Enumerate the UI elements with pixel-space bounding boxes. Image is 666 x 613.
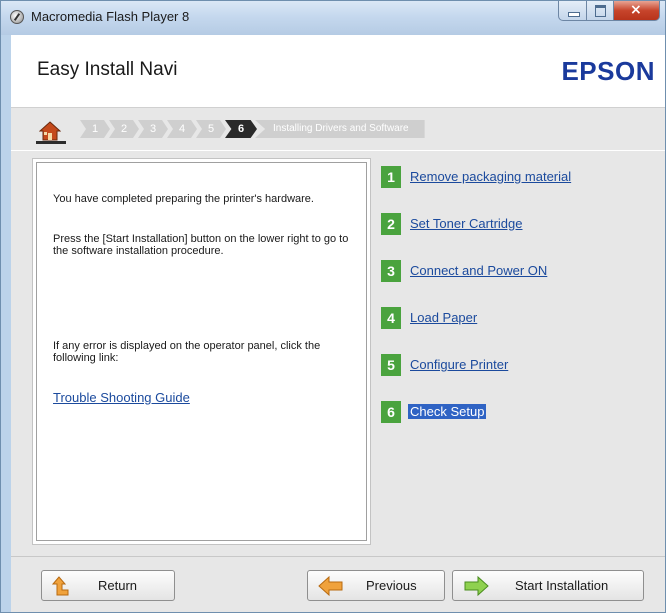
- start-installation-button[interactable]: Start Installation: [452, 570, 644, 601]
- return-button[interactable]: Return: [41, 570, 175, 601]
- remove-packaging-link[interactable]: Remove packaging material: [410, 169, 571, 184]
- right-arrow-icon: [464, 575, 489, 597]
- title-bar[interactable]: Macromedia Flash Player 8 ×: [1, 1, 665, 35]
- start-installation-label: Start Installation: [515, 578, 609, 593]
- step-number-badge: 2: [381, 213, 401, 235]
- epson-logo: EPSON: [561, 56, 655, 86]
- return-arrow-icon: [52, 576, 69, 596]
- close-icon: ×: [630, 2, 642, 18]
- return-label: Return: [98, 578, 138, 593]
- step-3: 3: [138, 120, 168, 138]
- home-indicator: [36, 141, 66, 144]
- minimize-icon: [568, 12, 580, 17]
- app-title: Easy Install Navi: [37, 59, 178, 80]
- step-2: 2: [109, 120, 139, 138]
- trouble-shooting-link[interactable]: Trouble Shooting Guide: [53, 390, 190, 405]
- flash-player-icon: [10, 10, 24, 24]
- step-5: 5: [196, 120, 226, 138]
- step-number-badge: 1: [381, 166, 401, 188]
- connect-power-link[interactable]: Connect and Power ON: [410, 263, 547, 278]
- check-setup-link[interactable]: Check Setup: [408, 404, 487, 419]
- error-instruction-text: If any error is displayed on the operato…: [53, 340, 321, 364]
- left-arrow-icon: [318, 575, 343, 597]
- content-area: You have completed preparing the printer…: [11, 151, 665, 556]
- previous-button[interactable]: Previous: [307, 570, 445, 601]
- maximize-icon: [595, 5, 606, 17]
- home-icon[interactable]: [39, 121, 61, 141]
- app-window: Macromedia Flash Player 8 × Easy Install…: [0, 0, 666, 613]
- maximize-button[interactable]: [587, 1, 614, 21]
- set-toner-link[interactable]: Set Toner Cartridge: [410, 216, 523, 231]
- step-number-badge: 6: [381, 401, 401, 423]
- completion-text: You have completed preparing the printer…: [53, 193, 314, 205]
- minimize-button[interactable]: [558, 1, 587, 21]
- header: Easy Install Navi EPSON: [11, 35, 665, 108]
- bottom-toolbar: Return Previous Start Installation: [11, 556, 665, 612]
- step-progress-bar: 1 2 3 4 5 6 Installing Drivers and Softw…: [11, 108, 665, 150]
- previous-label: Previous: [366, 578, 417, 593]
- step-final-label: Installing Drivers and Software: [255, 120, 425, 138]
- step-4: 4: [167, 120, 197, 138]
- step-number-badge: 4: [381, 307, 401, 329]
- client-area: Easy Install Navi EPSON 1 2 3 4 5 6 Inst…: [11, 35, 665, 612]
- load-paper-link[interactable]: Load Paper: [410, 310, 477, 325]
- configure-printer-link[interactable]: Configure Printer: [410, 357, 508, 372]
- step-1: 1: [80, 120, 110, 138]
- instruction-panel: You have completed preparing the printer…: [32, 158, 371, 545]
- instruction-panel-frame: You have completed preparing the printer…: [36, 162, 367, 541]
- window-title: Macromedia Flash Player 8: [31, 9, 190, 24]
- step-6-active: 6: [225, 120, 257, 138]
- start-instruction-text: Press the [Start Installation] button on…: [53, 233, 349, 257]
- step-number-badge: 3: [381, 260, 401, 282]
- step-number-badge: 5: [381, 354, 401, 376]
- close-button[interactable]: ×: [614, 1, 660, 21]
